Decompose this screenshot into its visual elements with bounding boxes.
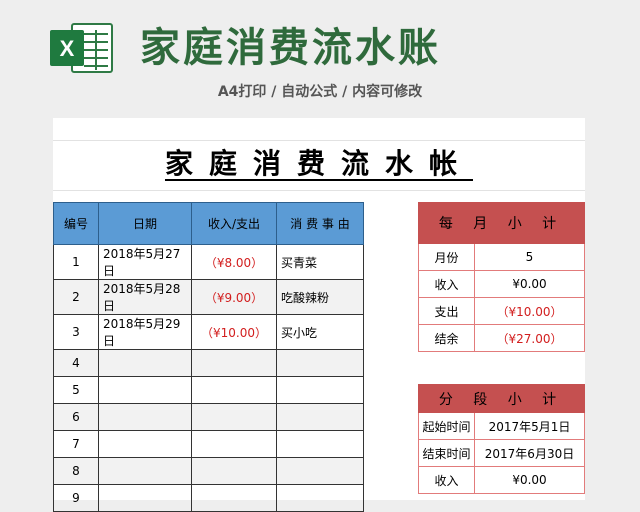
cell-amount[interactable] (191, 403, 277, 431)
cell-amount[interactable] (191, 349, 277, 377)
segment-summary-header: 分 段 小 计 (418, 384, 585, 413)
cell-date[interactable]: 2018年5月29日 (98, 314, 192, 350)
table-row: 4 (53, 349, 364, 377)
monthly-label: 收入 (418, 270, 475, 298)
segment-value[interactable]: ¥0.00 (474, 466, 585, 494)
segment-value[interactable]: 2017年5月1日 (474, 412, 585, 440)
cell-reason[interactable]: 买小吃 (276, 314, 364, 350)
cell-amount[interactable]: （¥8.00） (191, 244, 277, 280)
cell-date[interactable]: 2018年5月28日 (98, 279, 192, 315)
segment-label: 结束时间 (418, 439, 475, 467)
table-row: 6 (53, 403, 364, 431)
excel-icon: X (50, 23, 113, 73)
cell-number[interactable]: 9 (53, 484, 99, 512)
col-header-amount[interactable]: 收入/支出 (191, 202, 277, 245)
segment-value[interactable]: 2017年6月30日 (474, 439, 585, 467)
cell-number[interactable]: 7 (53, 430, 99, 458)
cell-date[interactable] (98, 376, 192, 404)
cell-amount[interactable]: （¥10.00） (191, 314, 277, 350)
col-header-number[interactable]: 编号 (53, 202, 99, 245)
cell-reason[interactable]: 吃酸辣粉 (276, 279, 364, 315)
monthly-value[interactable]: 5 (474, 243, 585, 271)
monthly-value[interactable]: （¥27.00） (474, 324, 585, 352)
cell-reason[interactable] (276, 430, 364, 458)
monthly-label: 支出 (418, 297, 475, 325)
table-row: 8 (53, 457, 364, 485)
cell-number[interactable]: 8 (53, 457, 99, 485)
ledger-table: 编号 日期 收入/支出 消 费 事 由 1 2018年5月27日 （¥8.00） 买青… (53, 202, 364, 512)
gridline (53, 190, 585, 191)
cell-amount[interactable] (191, 484, 277, 512)
spreadsheet: 家庭消费流水帐 编号 日期 收入/支出 消 费 事 由 1 2018年5月27日（… (53, 118, 585, 512)
monthly-row: 月份 5 (418, 243, 585, 271)
svg-text:X: X (60, 36, 75, 61)
banner-title: 家庭消费流水账 (140, 25, 441, 71)
segment-row: 结束时间 2017年6月30日 (418, 439, 585, 467)
cell-number[interactable]: 1 (53, 244, 99, 280)
cell-amount[interactable] (191, 457, 277, 485)
cell-date[interactable] (98, 484, 192, 512)
table-row: 2 2018年5月28日 （¥9.00） 吃酸辣粉 (53, 279, 364, 315)
banner-subtitle: A4打印 / 自动公式 / 内容可修改 (217, 84, 423, 100)
cell-reason[interactable] (276, 457, 364, 485)
cell-reason[interactable]: 买青菜 (276, 244, 364, 280)
cell-reason[interactable] (276, 376, 364, 404)
table-row: 1 2018年5月27日 （¥8.00） 买青菜 (53, 244, 364, 280)
cell-number[interactable]: 2 (53, 279, 99, 315)
segment-row: 收入 ¥0.00 (418, 466, 585, 494)
monthly-summary-header: 每 月 小 计 (418, 202, 585, 244)
cell-number[interactable]: 6 (53, 403, 99, 431)
cell-date[interactable] (98, 457, 192, 485)
cell-amount[interactable]: （¥9.00） (191, 279, 277, 315)
cell-date[interactable] (98, 349, 192, 377)
cell-date[interactable]: 2018年5月27日 (98, 244, 192, 280)
monthly-label: 月份 (418, 243, 475, 271)
cell-reason[interactable] (276, 403, 364, 431)
cell-amount[interactable] (191, 430, 277, 458)
segment-label: 收入 (418, 466, 475, 494)
monthly-row: 结余 （¥27.00） (418, 324, 585, 352)
monthly-label: 结余 (418, 324, 475, 352)
segment-row: 起始时间 2017年5月1日 (418, 412, 585, 440)
col-header-date[interactable]: 日期 (98, 202, 192, 245)
cell-number[interactable]: 3 (53, 314, 99, 350)
cell-number[interactable]: 4 (53, 349, 99, 377)
monthly-value[interactable]: ¥0.00 (474, 270, 585, 298)
cell-amount[interactable] (191, 376, 277, 404)
cell-date[interactable] (98, 403, 192, 431)
cell-date[interactable] (98, 430, 192, 458)
table-row: 5 (53, 376, 364, 404)
monthly-summary-table: 每 月 小 计 月份 5 收入 ¥0.00 支出 （¥10.00） 结余 （¥27.00） (418, 202, 585, 352)
monthly-row: 支出 （¥10.00） (418, 297, 585, 325)
cell-number[interactable]: 5 (53, 376, 99, 404)
monthly-value[interactable]: （¥10.00） (474, 297, 585, 325)
col-header-reason[interactable]: 消 费 事 由 (276, 202, 364, 245)
segment-summary-table: 分 段 小 计 起始时间 2017年5月1日 结束时间 2017年6月30日 收入 ¥0.… (418, 384, 585, 494)
sheet-top-row (53, 118, 585, 141)
segment-label: 起始时间 (418, 412, 475, 440)
table-row: 7 (53, 430, 364, 458)
sheet-title-text: 家庭消费流水帐 (164, 147, 473, 180)
table-row: 9 (53, 484, 364, 512)
sheet-title: 家庭消费流水帐 (53, 142, 585, 186)
cell-reason[interactable] (276, 484, 364, 512)
banner: X 家庭消费流水账 A4打印 / 自动公式 / 内容可修改 (0, 0, 640, 118)
cell-reason[interactable] (276, 349, 364, 377)
ledger-header-row: 编号 日期 收入/支出 消 费 事 由 (53, 202, 364, 245)
table-row: 3 2018年5月29日 （¥10.00） 买小吃 (53, 314, 364, 350)
monthly-row: 收入 ¥0.00 (418, 270, 585, 298)
